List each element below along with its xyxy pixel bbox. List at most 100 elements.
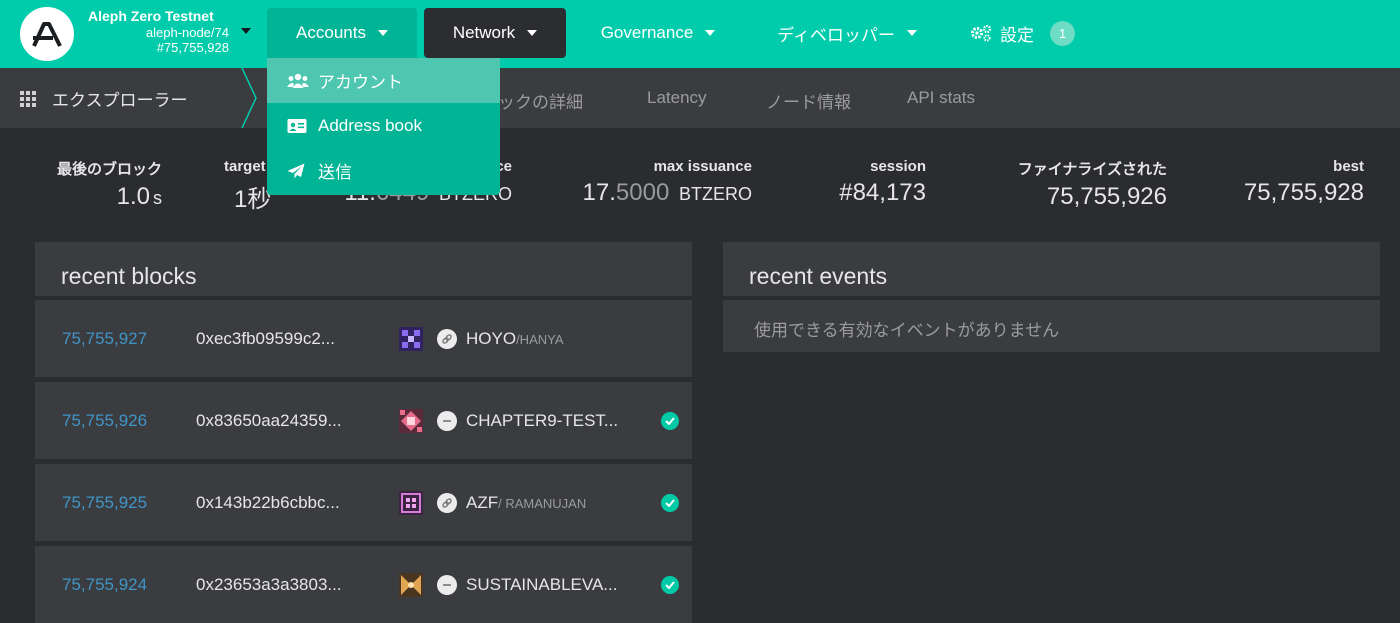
block-hash: 0x23653a3a3803... — [196, 574, 342, 594]
block-row: 75,755,926 0x83650aa24359... CHAPTER9-TE… — [35, 382, 692, 459]
block-row: 75,755,924 0x23653a3a3803... SUSTAINABLE… — [35, 546, 692, 623]
dropdown-item-accounts[interactable]: アカウント — [267, 58, 500, 103]
block-hash: 0xec3fb09599c2... — [196, 328, 335, 348]
chevron-down-icon — [241, 28, 251, 34]
block-number-link[interactable]: 75,755,925 — [62, 493, 147, 513]
identicon-icon[interactable] — [397, 571, 425, 599]
menu-governance-label: Governance — [600, 23, 694, 42]
dropdown-item-label: Address book — [318, 115, 422, 135]
best-block-number: #75,755,928 — [156, 40, 229, 55]
id-card-icon — [287, 118, 309, 134]
explorer-label: エクスプローラー — [52, 91, 188, 110]
block-hash: 0x143b22b6cbbc... — [196, 492, 340, 512]
stat-label: session — [870, 158, 926, 175]
block-author[interactable]: SUSTAINABLEVA... — [466, 575, 617, 595]
dropdown-item-transfer[interactable]: 送信 — [267, 148, 500, 193]
menu-accounts-label: Accounts — [296, 23, 366, 42]
finalized-check-icon — [661, 493, 679, 512]
stat-session: session #84,173 — [839, 158, 926, 207]
block-number-link[interactable]: 75,755,926 — [62, 411, 147, 431]
finalized-check-icon — [661, 411, 679, 430]
stat-label: 最後のブロック — [56, 161, 162, 178]
chevron-down-icon — [906, 30, 917, 36]
recent-events-header: recent events — [723, 242, 1380, 296]
aleph-logo-icon — [32, 22, 62, 47]
stat-label: target — [224, 158, 266, 175]
stat-max-issuance: max issuance 17.5000 BTZERO — [583, 158, 752, 207]
block-author[interactable]: CHAPTER9-TEST... — [466, 411, 618, 431]
link-icon — [437, 492, 457, 513]
stat-label: ファイナライズされた — [1017, 161, 1167, 178]
author-name: AZF — [466, 492, 499, 512]
accounts-dropdown: アカウント Address book 送信 — [267, 58, 500, 195]
dropdown-item-label: 送信 — [318, 163, 352, 182]
minus-icon — [437, 410, 457, 431]
chain-name: Aleph Zero Testnet — [88, 8, 214, 24]
events-empty-message: 使用できる有効なイベントがありません — [723, 300, 1380, 352]
grid-icon — [20, 90, 36, 107]
identicon-icon[interactable] — [397, 489, 425, 517]
gears-icon — [970, 24, 992, 42]
menu-network-label: Network — [452, 23, 516, 42]
stat-value-dec: 5000 — [615, 179, 670, 206]
stat-label: best — [1333, 158, 1364, 175]
author-sub: /HANYA — [516, 331, 564, 347]
stat-unit: s — [153, 188, 162, 208]
block-row: 75,755,925 0x143b22b6cbbc... AZF/ RAMANU… — [35, 464, 692, 541]
chevron-down-icon — [527, 30, 538, 36]
sub-navigation: エクスプローラー ックの詳細 Latency ノード情報 API stats — [0, 68, 1400, 128]
block-author[interactable]: HOYO/HANYA — [466, 329, 564, 349]
stat-value: 1秒 — [234, 186, 272, 213]
author-name: HOYO — [466, 328, 517, 348]
chain-info[interactable]: Aleph Zero Testnet aleph-node/74 #75,755… — [88, 8, 253, 55]
block-row: 75,755,927 0xec3fb09599c2... HOYO/HANYA — [35, 300, 692, 377]
stat-value: 1.0 — [116, 183, 150, 210]
chevron-down-icon — [377, 30, 388, 36]
block-author[interactable]: AZF/ RAMANUJAN — [466, 493, 586, 513]
author-name: SUSTAINABLEVA... — [466, 574, 618, 594]
chevron-down-icon — [705, 30, 716, 36]
tab-node-info[interactable]: ノード情報 — [766, 88, 851, 113]
stat-label: max issuance — [653, 158, 752, 175]
minus-icon — [437, 574, 457, 595]
users-icon — [287, 73, 309, 89]
menu-governance[interactable]: Governance — [583, 8, 733, 58]
recent-blocks-title: recent blocks — [61, 263, 197, 289]
stat-best: best 75,755,928 — [1244, 158, 1364, 207]
node-version: aleph-node/74 — [145, 25, 229, 40]
stat-finalized: ファイナライズされた 75,755,926 — [1018, 158, 1167, 211]
breadcrumb-chevron-icon — [241, 68, 257, 128]
tab-latency[interactable]: Latency — [647, 88, 707, 108]
tab-api-stats[interactable]: API stats — [907, 88, 975, 108]
menu-settings-label: 設定 — [1000, 25, 1034, 45]
finalized-check-icon — [661, 575, 679, 594]
stat-value: 75,755,926 — [1046, 183, 1167, 210]
recent-events-title: recent events — [749, 263, 888, 289]
author-name: CHAPTER9-TEST... — [466, 410, 619, 430]
tab-block-details[interactable]: ックの詳細 — [498, 88, 583, 113]
menu-network[interactable]: Network — [424, 8, 566, 58]
stat-value: #84,173 — [839, 179, 926, 206]
dropdown-item-address-book[interactable]: Address book — [267, 103, 500, 148]
author-sub: / RAMANUJAN — [498, 495, 587, 511]
explorer-section[interactable]: エクスプローラー — [20, 86, 188, 111]
settings-badge: 1 — [1050, 20, 1075, 46]
block-number-link[interactable]: 75,755,927 — [62, 329, 147, 349]
identicon-icon[interactable] — [397, 325, 425, 353]
stat-last-block: 最後のブロック 1.0 s — [57, 158, 162, 211]
menu-settings[interactable]: 設定 1 — [970, 8, 1090, 58]
menu-developer-label: ディベロッパー — [777, 25, 895, 45]
menu-developer[interactable]: ディベロッパー — [762, 8, 932, 58]
block-hash: 0x83650aa24359... — [196, 410, 342, 430]
stat-target: target 1秒 — [224, 158, 271, 214]
top-bar: Aleph Zero Testnet aleph-node/74 #75,755… — [0, 0, 1400, 68]
dropdown-item-label: アカウント — [318, 73, 403, 92]
aleph-zero-logo[interactable] — [20, 7, 74, 61]
link-icon — [437, 328, 457, 349]
stat-value-int: 17. — [582, 179, 616, 206]
recent-blocks-header: recent blocks — [35, 242, 692, 296]
identicon-icon[interactable] — [397, 407, 425, 435]
stat-value: 75,755,928 — [1243, 179, 1364, 206]
stat-unit: BTZERO — [678, 184, 752, 204]
block-number-link[interactable]: 75,755,924 — [62, 575, 147, 595]
